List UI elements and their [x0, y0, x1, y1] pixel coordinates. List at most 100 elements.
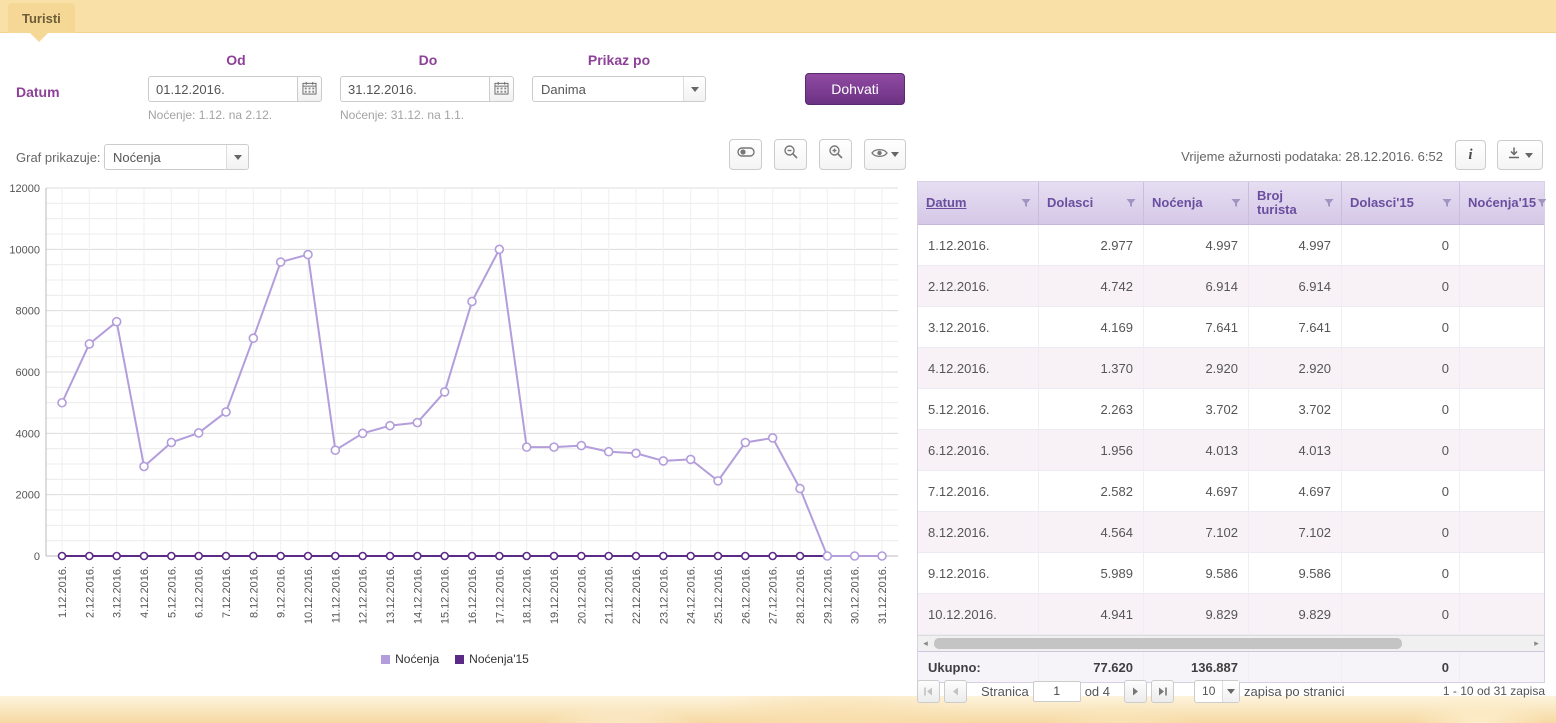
of-pages-label: od 4: [1085, 684, 1110, 699]
calendar-icon: [302, 81, 317, 98]
table-row[interactable]: 5.12.2016.2.2633.7023.7020: [918, 389, 1544, 430]
download-icon: [1507, 146, 1521, 165]
tab-turisti[interactable]: Turisti: [8, 3, 75, 33]
svg-text:31.12.2016.: 31.12.2016.: [877, 566, 889, 624]
table-row[interactable]: 10.12.2016.4.9419.8299.8290: [918, 594, 1544, 635]
date-from-input[interactable]: [148, 76, 298, 102]
table-cell: [1459, 348, 1546, 388]
next-page-button[interactable]: [1124, 680, 1147, 703]
svg-text:4000: 4000: [16, 428, 40, 440]
table-cell: 9.12.2016.: [918, 553, 1038, 593]
od-label: Od: [148, 52, 324, 68]
table-row[interactable]: 2.12.2016.4.7426.9146.9140: [918, 266, 1544, 307]
column-header-4[interactable]: Dolasci'15: [1341, 182, 1459, 224]
table-cell: 7.102: [1143, 512, 1248, 552]
table-cell: 8.12.2016.: [918, 512, 1038, 552]
svg-text:2.12.2016.: 2.12.2016.: [84, 566, 96, 618]
svg-text:9.12.2016.: 9.12.2016.: [276, 566, 288, 618]
svg-text:18.12.2016.: 18.12.2016.: [522, 566, 534, 624]
filter-icon[interactable]: [1230, 197, 1242, 209]
table-cell: 0: [1341, 225, 1459, 265]
prikaz-po-select[interactable]: Danima: [532, 76, 706, 102]
svg-text:12000: 12000: [9, 183, 40, 195]
legend-item-nocenja15[interactable]: Noćenja'15: [455, 652, 529, 666]
svg-text:12.12.2016.: 12.12.2016.: [358, 566, 370, 624]
table-cell: [1459, 594, 1546, 634]
page-number-input[interactable]: [1033, 681, 1081, 702]
svg-text:13.12.2016.: 13.12.2016.: [385, 566, 397, 624]
last-page-button[interactable]: [1151, 680, 1174, 703]
table-row[interactable]: 6.12.2016.1.9564.0134.0130: [918, 430, 1544, 471]
filter-icon[interactable]: [1536, 197, 1546, 209]
table-row[interactable]: 9.12.2016.5.9899.5869.5860: [918, 553, 1544, 594]
per-page-label: zapisa po stranici: [1244, 684, 1344, 699]
table-cell: 1.956: [1038, 430, 1143, 470]
table-cell: 7.641: [1248, 307, 1341, 347]
filter-icon[interactable]: [1020, 197, 1032, 209]
svg-text:30.12.2016.: 30.12.2016.: [850, 566, 862, 624]
first-page-button[interactable]: [917, 680, 940, 703]
tab-label: Turisti: [22, 11, 61, 26]
table-cell: 2.977: [1038, 225, 1143, 265]
svg-text:14.12.2016.: 14.12.2016.: [412, 566, 424, 624]
calendar-icon-button-to[interactable]: [490, 76, 514, 102]
table-row[interactable]: 4.12.2016.1.3702.9202.9200: [918, 348, 1544, 389]
svg-text:29.12.2016.: 29.12.2016.: [822, 566, 834, 624]
svg-text:8000: 8000: [16, 306, 40, 318]
legend-label: Noćenja'15: [469, 652, 529, 666]
prev-page-button[interactable]: [944, 680, 967, 703]
stranica-label: Stranica: [981, 684, 1029, 699]
graf-series-select[interactable]: Noćenja: [104, 144, 249, 170]
column-header-0[interactable]: Datum: [918, 182, 1038, 224]
toggle-icon: [737, 145, 755, 164]
table-cell: [1459, 225, 1546, 265]
column-header-5[interactable]: Noćenja'15: [1459, 182, 1546, 224]
table-cell: [1459, 553, 1546, 593]
table-row[interactable]: 3.12.2016.4.1697.6417.6410: [918, 307, 1544, 348]
chevron-down-icon: [1222, 681, 1239, 702]
table-cell: 2.263: [1038, 389, 1143, 429]
zoom-in-button[interactable]: [819, 139, 852, 170]
table-cell: 2.920: [1143, 348, 1248, 388]
table-cell: 1.12.2016.: [918, 225, 1038, 265]
table-row[interactable]: 8.12.2016.4.5647.1027.1020: [918, 512, 1544, 553]
calendar-icon-button-from[interactable]: [298, 76, 322, 102]
scrollbar-thumb[interactable]: [934, 638, 1402, 649]
toggle-markers-button[interactable]: [729, 139, 762, 170]
page-size-value: 10: [1195, 684, 1222, 698]
table-cell: 7.12.2016.: [918, 471, 1038, 511]
page-size-select[interactable]: 10: [1194, 680, 1240, 703]
table-cell: 0: [1341, 512, 1459, 552]
filter-icon[interactable]: [1323, 197, 1335, 209]
filter-icon[interactable]: [1125, 197, 1137, 209]
data-updated-text: Vrijeme ažurnosti podataka: 28.12.2016. …: [1050, 149, 1443, 164]
svg-text:10000: 10000: [9, 244, 40, 256]
info-button[interactable]: i: [1455, 140, 1486, 170]
scroll-right-icon[interactable]: ▸: [1529, 636, 1544, 651]
column-header-2[interactable]: Noćenja: [1143, 182, 1248, 224]
table-row[interactable]: 1.12.2016.2.9774.9974.9970: [918, 225, 1544, 266]
table-row[interactable]: 7.12.2016.2.5824.6974.6970: [918, 471, 1544, 512]
scroll-left-icon[interactable]: ◂: [918, 636, 933, 651]
date-from-group: [148, 76, 322, 102]
date-to-input[interactable]: [340, 76, 490, 102]
dohvati-button[interactable]: Dohvati: [805, 73, 905, 105]
horizontal-scrollbar[interactable]: ◂ ▸: [918, 635, 1544, 651]
svg-text:6000: 6000: [16, 367, 40, 379]
zoom-out-button[interactable]: [774, 139, 807, 170]
filter-icon[interactable]: [1441, 197, 1453, 209]
svg-text:19.12.2016.: 19.12.2016.: [549, 566, 561, 624]
table-cell: [1459, 266, 1546, 306]
legend-item-nocenja[interactable]: Noćenja: [381, 652, 439, 666]
svg-text:21.12.2016.: 21.12.2016.: [604, 566, 616, 624]
column-header-3[interactable]: Broj turista: [1248, 182, 1341, 224]
line-chart[interactable]: 0200040006000800010000120001.12.2016.2.1…: [2, 182, 908, 656]
column-header-1[interactable]: Dolasci: [1038, 182, 1143, 224]
table-cell: 7.102: [1248, 512, 1341, 552]
export-download-button[interactable]: [1497, 140, 1543, 170]
column-title: Dolasci'15: [1350, 196, 1414, 210]
visibility-dropdown-button[interactable]: [864, 139, 906, 170]
column-title: Dolasci: [1047, 196, 1093, 210]
table-cell: 0: [1341, 266, 1459, 306]
do-hint: Noćenje: 31.12. na 1.1.: [340, 108, 464, 122]
